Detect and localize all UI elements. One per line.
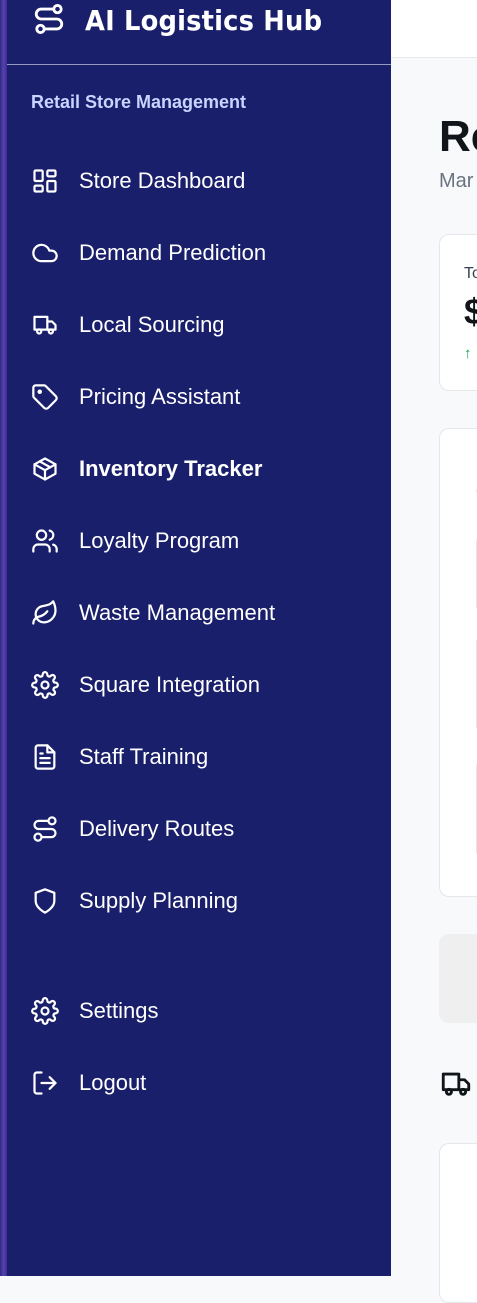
truck-icon [439,1067,473,1101]
info-panel [439,934,477,1023]
package-icon [31,455,59,483]
sidebar-item-inventory-tracker[interactable]: Inventory Tracker [7,443,391,495]
dashboard-icon [31,167,59,195]
users-icon [31,527,59,555]
route-icon [31,815,59,843]
truck-icon [31,311,59,339]
sidebar-item-label: Settings [79,998,159,1023]
section-label: Retail Store Management [31,92,247,112]
stat-card: To $ ↑ [439,234,477,391]
sidebar-item-label: Demand Prediction [79,240,267,265]
stat-value: $ [464,291,477,332]
sidebar-item-label: Store Dashboard [79,168,246,193]
stat-label: To [464,265,477,282]
cloud-icon [31,239,59,267]
app-title: AI Logistics Hub [85,4,323,37]
sidebar-item-label: Logout [79,1070,147,1095]
sidebar-item-supply-planning[interactable]: Supply Planning [7,875,391,927]
page-title: Re [439,112,477,161]
sidebar-item-label: Delivery Routes [79,816,235,841]
gear-icon [31,671,59,699]
sidebar-item-label: Inventory Tracker [79,456,263,481]
chart-card [439,428,477,897]
logout-icon [31,1069,59,1097]
sidebar-item-logout[interactable]: Logout [7,1057,391,1109]
gear-icon [31,997,59,1025]
trend-up-icon: ↑ [464,345,472,362]
sidebar-item-delivery-routes[interactable]: Delivery Routes [7,803,391,855]
document-icon [31,743,59,771]
shield-icon [31,887,59,915]
sidebar-item-pricing-assistant[interactable]: Pricing Assistant [7,371,391,423]
sidebar-item-square-integration[interactable]: Square Integration [7,659,391,711]
sidebar-item-loyalty-program[interactable]: Loyalty Program [7,515,391,567]
sidebar: AI Logistics Hub Retail Store Management… [7,0,391,1276]
window-edge [0,0,7,1276]
sidebar-item-label: Square Integration [79,672,261,697]
sidebar-item-local-sourcing[interactable]: Local Sourcing [7,299,391,351]
sourcing-card [439,1143,477,1303]
sidebar-item-label: Loyalty Program [79,528,240,553]
route-icon [32,2,66,36]
sidebar-item-store-dashboard[interactable]: Store Dashboard [7,155,391,207]
sidebar-item-label: Supply Planning [79,888,239,913]
tag-icon [31,383,59,411]
sidebar-item-label: Waste Management [79,600,276,625]
sidebar-item-label: Staff Training [79,744,209,769]
sidebar-item-label: Local Sourcing [79,312,225,337]
sidebar-item-demand-prediction[interactable]: Demand Prediction [7,227,391,279]
sidebar-item-waste-management[interactable]: Waste Management [7,587,391,639]
brand-header[interactable]: AI Logistics Hub [7,0,391,65]
page-subtitle: Mar [439,170,474,192]
leaf-icon [31,599,59,627]
sidebar-item-label: Pricing Assistant [79,384,241,409]
sidebar-item-settings[interactable]: Settings [7,985,391,1037]
top-bar [391,0,477,58]
sidebar-item-staff-training[interactable]: Staff Training [7,731,391,783]
